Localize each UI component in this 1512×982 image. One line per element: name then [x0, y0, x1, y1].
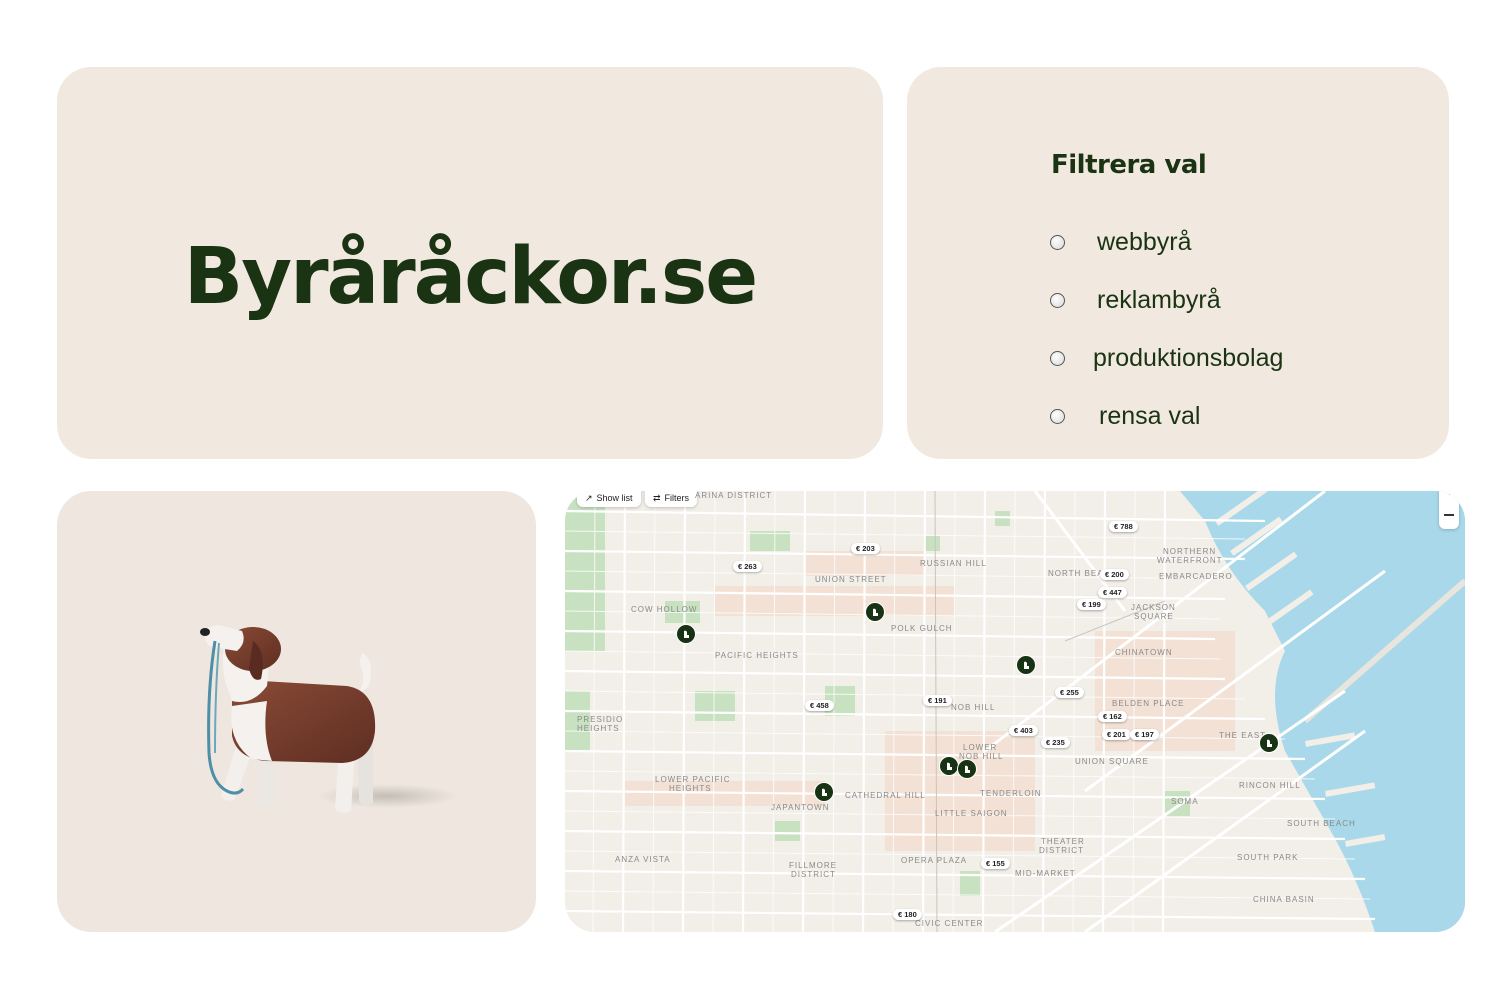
area-label: FILLMORE: [789, 861, 838, 870]
price-tag[interactable]: € 199: [1077, 599, 1106, 610]
filters-icon: ⇄: [653, 492, 661, 503]
expand-icon[interactable]: [1445, 491, 1450, 495]
filter-option-webbyra[interactable]: webbyrå: [1050, 213, 1283, 271]
area-label: RINCON HILL: [1239, 781, 1301, 790]
area-label: LITTLE SAIGON: [935, 809, 1008, 818]
area-label: JACKSON: [1131, 603, 1176, 612]
map-canvas[interactable]: [565, 491, 1465, 932]
price-tag[interactable]: € 201: [1102, 729, 1131, 740]
price-tag[interactable]: € 200: [1100, 569, 1129, 580]
dog-pin-icon[interactable]: [814, 782, 834, 802]
filter-option-label: webbyrå: [1097, 227, 1192, 256]
area-label: UNION SQUARE: [1075, 757, 1149, 766]
filter-option-rensa-val[interactable]: rensa val: [1050, 387, 1283, 445]
dog-pin-icon[interactable]: [865, 602, 885, 622]
zoom-control[interactable]: [1439, 491, 1459, 529]
area-label: NOB HILL: [951, 703, 996, 712]
filters-button[interactable]: ⇄ Filters: [645, 491, 698, 507]
area-label: POLK GULCH: [891, 624, 953, 633]
dog-pin-icon[interactable]: [676, 624, 696, 644]
area-label: ARINA DISTRICT: [695, 491, 773, 500]
price-tag[interactable]: € 197: [1130, 729, 1159, 740]
price-tag[interactable]: € 263: [733, 561, 762, 572]
filter-option-label: reklambyrå: [1097, 285, 1221, 314]
list-icon: ↗: [585, 492, 593, 503]
area-label: TENDERLOIN: [980, 789, 1042, 798]
radio-button[interactable]: [1050, 408, 1065, 424]
price-tag[interactable]: € 458: [805, 700, 834, 711]
area-label: CIVIC CENTER: [915, 919, 984, 928]
area-label: ANZA VISTA: [615, 855, 671, 864]
area-label: CATHEDRAL HILL: [845, 791, 926, 800]
price-tag[interactable]: € 155: [981, 858, 1010, 869]
area-label: PRESIDIO: [577, 715, 624, 724]
filter-panel: Filtrera val webbyrå reklambyrå produkti…: [907, 67, 1449, 459]
zoom-out-icon[interactable]: [1444, 514, 1454, 516]
area-label: THEATER: [1041, 837, 1085, 846]
area-label: LOWER PACIFIC: [655, 775, 731, 784]
filter-title: Filtrera val: [1051, 150, 1207, 180]
price-tag[interactable]: € 203: [851, 543, 880, 554]
area-label: MID-MARKET: [1015, 869, 1076, 878]
area-label: SOMA: [1171, 797, 1199, 806]
area-label: RUSSIAN HILL: [920, 559, 987, 568]
area-label: EMBARCADERO: [1159, 572, 1233, 581]
area-label: LOWER: [963, 743, 998, 752]
price-tag[interactable]: € 788: [1109, 521, 1138, 532]
price-tag[interactable]: € 180: [893, 909, 922, 920]
logo-card: Byråråckor.se: [57, 67, 883, 459]
map-view[interactable]: ↗ Show list ⇄ Filters ARINA DISTRICT RUS…: [565, 491, 1465, 932]
area-label: CHINATOWN: [1115, 648, 1173, 657]
mascot-card: [57, 491, 536, 932]
dog-pin-icon[interactable]: [1016, 655, 1036, 675]
area-label: OPERA PLAZA: [901, 856, 968, 865]
dog-pin-icon[interactable]: [939, 756, 959, 776]
area-label: NORTHERN: [1163, 547, 1217, 556]
area-label: JAPANTOWN: [771, 803, 830, 812]
price-tag[interactable]: € 447: [1098, 587, 1127, 598]
area-label: DISTRICT: [791, 870, 836, 879]
dog-pin-icon[interactable]: [957, 759, 977, 779]
show-list-button[interactable]: ↗ Show list: [577, 491, 641, 507]
area-label: WATERFRONT: [1157, 556, 1223, 565]
filter-option-reklambyra[interactable]: reklambyrå: [1050, 271, 1283, 329]
price-tag[interactable]: € 235: [1041, 737, 1070, 748]
area-label: SOUTH PARK: [1237, 853, 1299, 862]
area-label: UNION STREET: [815, 575, 887, 584]
area-label: COW HOLLOW: [631, 605, 698, 614]
price-tag[interactable]: € 255: [1055, 687, 1084, 698]
area-label: BELDEN PLACE: [1112, 699, 1185, 708]
area-label: HEIGHTS: [577, 724, 620, 733]
area-label: DISTRICT: [1039, 846, 1084, 855]
area-label: SOUTH BEACH: [1287, 819, 1356, 828]
radio-button[interactable]: [1050, 350, 1065, 366]
radio-button[interactable]: [1050, 292, 1065, 308]
filter-option-label: produktionsbolag: [1093, 343, 1284, 372]
price-tag[interactable]: € 162: [1098, 711, 1127, 722]
dog-pin-icon[interactable]: [1259, 733, 1279, 753]
filter-options: webbyrå reklambyrå produktionsbolag rens…: [1050, 213, 1283, 445]
area-label: SQUARE: [1134, 612, 1174, 621]
site-logo[interactable]: Byråråckor.se: [57, 232, 883, 322]
area-label: CHINA BASIN: [1253, 895, 1315, 904]
price-tag[interactable]: € 191: [923, 695, 952, 706]
dog-illustration: [200, 625, 457, 814]
radio-button[interactable]: [1050, 234, 1065, 250]
price-tag[interactable]: € 403: [1009, 725, 1038, 736]
area-label: PACIFIC HEIGHTS: [715, 651, 799, 660]
filter-option-produktionsbolag[interactable]: produktionsbolag: [1050, 329, 1283, 387]
area-label: HEIGHTS: [669, 784, 712, 793]
filter-option-label: rensa val: [1099, 401, 1201, 430]
